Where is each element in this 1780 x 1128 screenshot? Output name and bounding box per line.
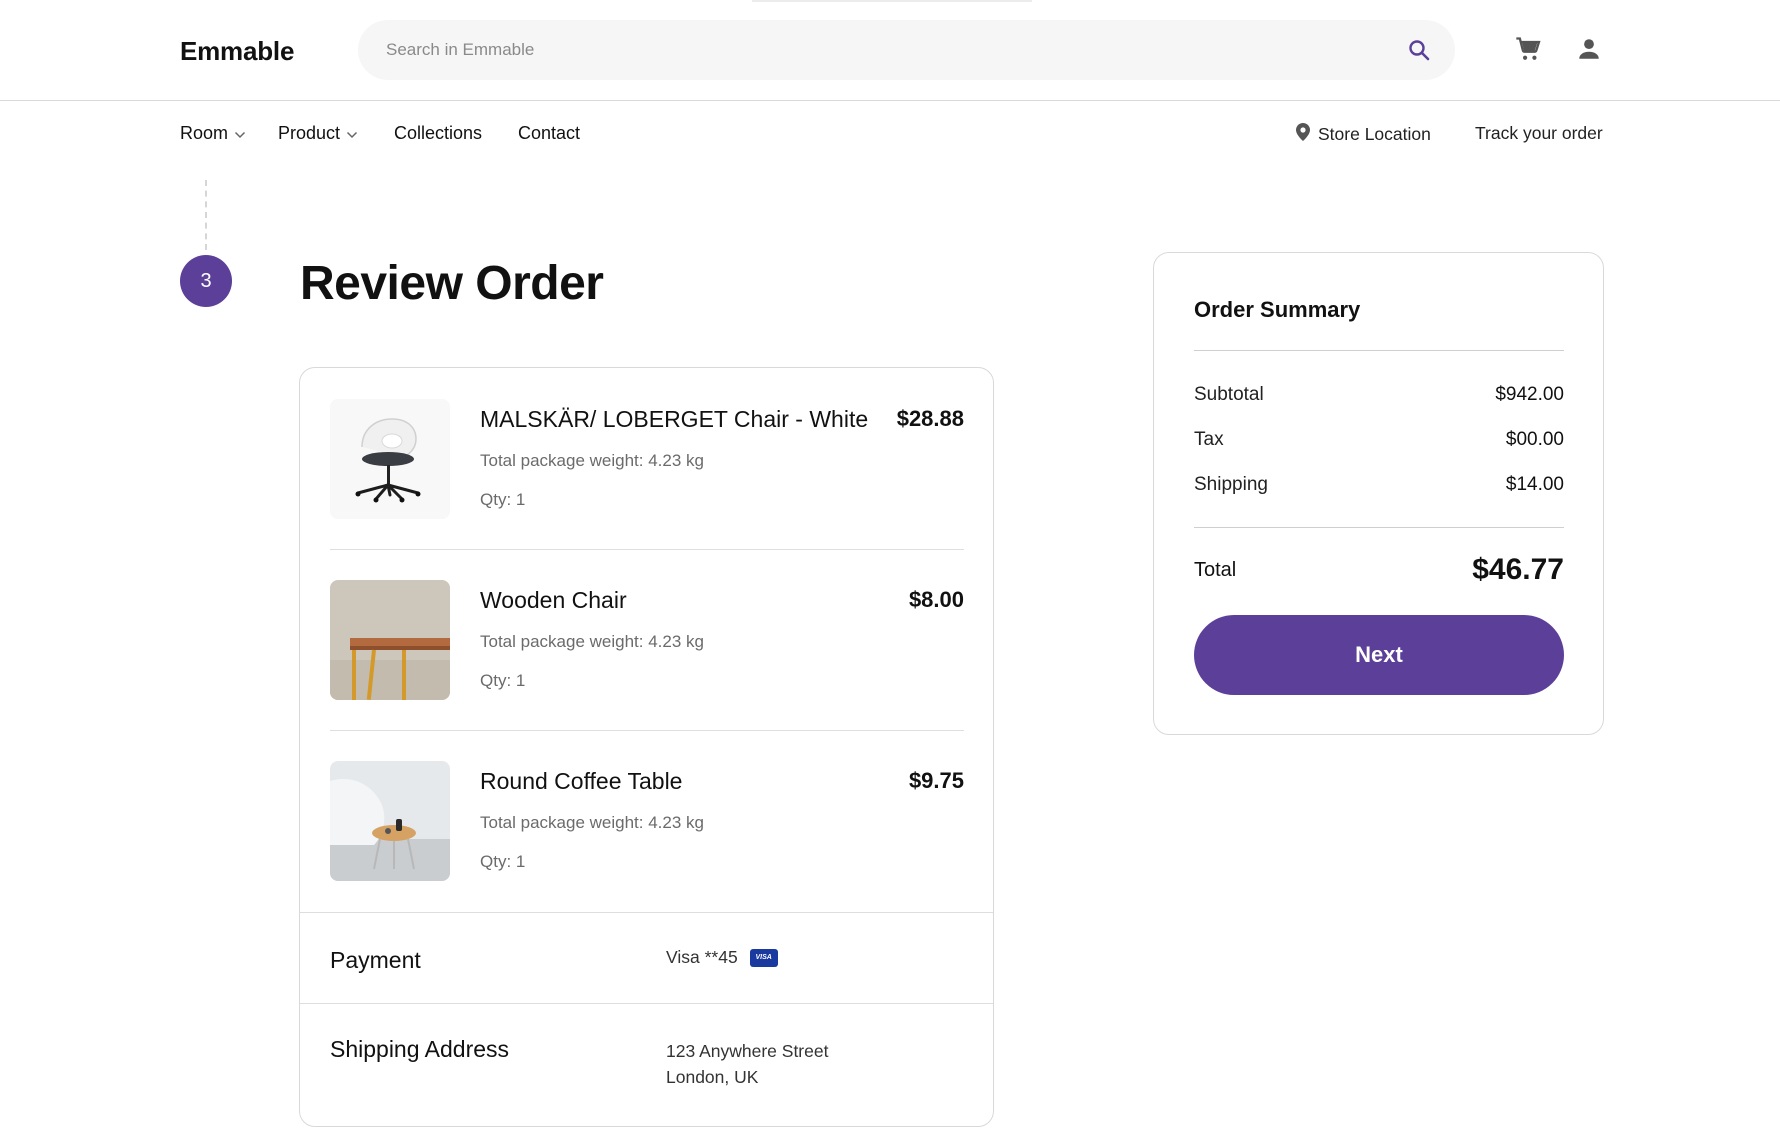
step-connector: [205, 180, 207, 250]
payment-card-text: Visa **45: [666, 947, 738, 967]
item-qty: Qty: 1: [480, 852, 526, 871]
chevron-down-icon: [234, 123, 246, 144]
map-pin-icon: [1296, 123, 1310, 146]
chevron-down-icon: [346, 123, 358, 144]
page-title: Review Order: [300, 257, 604, 310]
nav-item-contact[interactable]: Contact: [518, 123, 580, 144]
item-price: $9.75: [908, 768, 964, 793]
shipping-row: Shipping $14.00: [1194, 474, 1564, 496]
item-weight: Total package weight: 4.23 kg: [480, 632, 704, 651]
summary-divider: [1194, 527, 1564, 528]
item-weight: Total package weight: 4.23 kg: [480, 451, 704, 470]
nav-item-label: Room: [180, 123, 229, 143]
top-header: Emmable: [0, 0, 1780, 101]
total-value: $46.77: [1472, 553, 1564, 586]
item-weight: Total package weight: 4.23 kg: [480, 813, 704, 832]
subtotal-label: Subtotal: [1194, 384, 1264, 405]
user-icon[interactable]: [1574, 34, 1604, 64]
search-bar: [358, 20, 1455, 80]
visa-card-icon: VISA: [749, 948, 778, 967]
brand-logo[interactable]: Emmable: [180, 36, 294, 67]
summary-title: Order Summary: [1194, 297, 1361, 322]
subtotal-row: Subtotal $942.00: [1194, 384, 1564, 406]
item-qty: Qty: 1: [480, 671, 526, 690]
tax-label: Tax: [1194, 429, 1224, 450]
total-label: Total: [1194, 558, 1237, 581]
office-chair-image: [330, 399, 450, 519]
payment-section: Payment Visa **45 VISA: [300, 912, 993, 1003]
total-row: Total $46.77: [1194, 553, 1564, 587]
search-input[interactable]: [386, 20, 1346, 80]
summary-divider: [1194, 350, 1564, 351]
item-qty: Qty: 1: [480, 490, 526, 509]
shipping-cost-label: Shipping: [1194, 474, 1268, 495]
nav-item-room[interactable]: Room: [180, 123, 246, 144]
order-item: MALSKÄR/ LOBERGET Chair - White Total pa…: [330, 368, 964, 549]
order-item: Wooden Chair Total package weight: 4.23 …: [330, 549, 964, 730]
item-name[interactable]: Wooden Chair: [480, 587, 627, 614]
store-location-label: Store Location: [1318, 124, 1431, 144]
coffee-table-image: [330, 761, 450, 881]
item-price: $28.88: [896, 406, 964, 431]
item-price: $8.00: [908, 587, 964, 612]
nav-item-collections[interactable]: Collections: [394, 123, 482, 144]
shipping-cost-value: $14.00: [1505, 474, 1564, 495]
next-button[interactable]: Next: [1194, 615, 1564, 695]
order-summary-card: Order Summary Subtotal $942.00 Tax $00.0…: [1153, 252, 1604, 735]
subtotal-value: $942.00: [1495, 384, 1564, 405]
main-nav: Room Product Collections Contact Store L…: [0, 101, 1780, 167]
shipping-address-line2: London, UK: [666, 1067, 759, 1087]
track-order-label: Track your order: [1475, 123, 1603, 143]
item-name[interactable]: MALSKÄR/ LOBERGET Chair - White: [480, 406, 868, 433]
order-items-card: MALSKÄR/ LOBERGET Chair - White Total pa…: [299, 367, 994, 1127]
shipping-section: Shipping Address 123 Anywhere Street Lon…: [300, 1003, 993, 1128]
item-name[interactable]: Round Coffee Table: [480, 768, 682, 795]
track-order-link[interactable]: Track your order: [1475, 123, 1603, 144]
order-item: Round Coffee Table Total package weight:…: [330, 730, 964, 911]
wooden-chair-image: [330, 580, 450, 700]
nav-item-product[interactable]: Product: [278, 123, 358, 144]
nav-item-label: Product: [278, 123, 341, 143]
cart-icon[interactable]: [1513, 34, 1543, 64]
search-icon[interactable]: [1405, 36, 1433, 64]
store-location-link[interactable]: Store Location: [1296, 123, 1431, 146]
payment-label: Payment: [330, 947, 421, 973]
payment-method[interactable]: Visa **45 VISA: [666, 947, 778, 968]
shipping-label: Shipping Address: [330, 1036, 510, 1062]
tax-row: Tax $00.00: [1194, 429, 1564, 451]
shipping-address-line1: 123 Anywhere Street: [666, 1041, 829, 1061]
nav-item-label: Contact: [518, 123, 581, 143]
step-number-badge: 3: [180, 255, 232, 307]
tax-value: $00.00: [1505, 429, 1564, 450]
nav-item-label: Collections: [394, 123, 483, 143]
shipping-address: 123 Anywhere Street London, UK: [666, 1038, 828, 1090]
